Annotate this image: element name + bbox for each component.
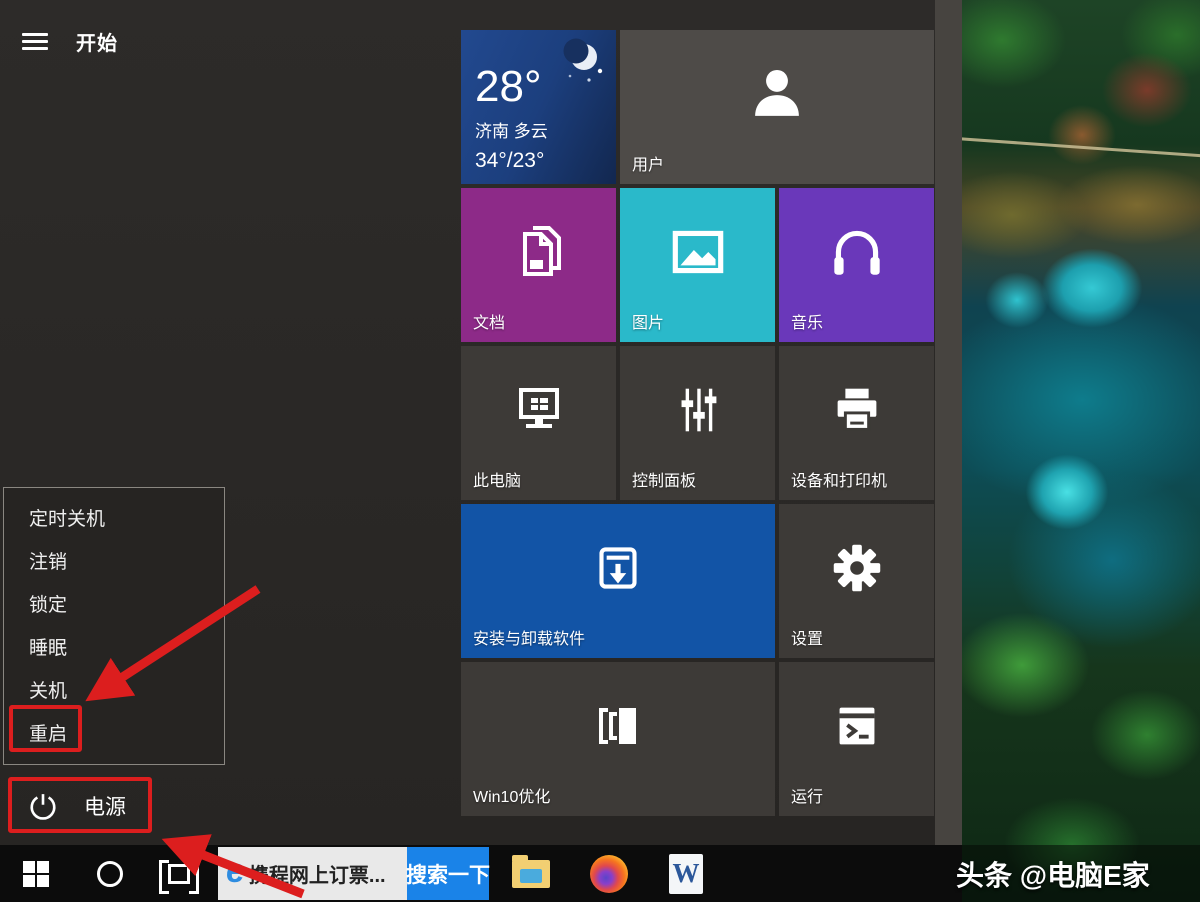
start-menu-scrollbar[interactable]	[935, 0, 962, 845]
power-icon	[28, 791, 58, 821]
watermark-text: 头条 @电脑E家	[956, 854, 1150, 894]
tile-label: 设备和打印机	[791, 467, 887, 491]
tile-label: 设置	[791, 625, 823, 649]
weather-high-low: 34°/23°	[475, 149, 544, 173]
folder-icon	[512, 860, 550, 888]
start-menu: 开始 28° 济南 多云 34°/23°	[0, 0, 962, 845]
tile-music[interactable]: 音乐	[779, 188, 934, 342]
hamburger-menu-icon[interactable]	[22, 33, 48, 50]
task-view-icon	[159, 860, 199, 888]
start-button[interactable]	[16, 845, 56, 902]
cortana-circle-icon	[97, 861, 123, 887]
desktop-wallpaper	[962, 0, 1200, 902]
menu-item-restart[interactable]: 重启	[4, 711, 224, 754]
weather-temperature: 28°	[475, 62, 542, 112]
tile-win10-optimize[interactable]: Win10优化	[461, 662, 775, 816]
file-explorer-button[interactable]	[505, 845, 557, 902]
search-box-text: 携程网上订票...	[249, 859, 386, 888]
tile-label: 此电脑	[473, 467, 521, 491]
tile-control-panel[interactable]: 控制面板	[620, 346, 775, 500]
menu-item-sign-out[interactable]: 注销	[4, 539, 224, 582]
tile-label: 文档	[473, 309, 505, 333]
desktop: 开始 28° 济南 多云 34°/23°	[0, 0, 1200, 902]
weather-location: 济南 多云	[475, 117, 548, 142]
tile-documents[interactable]: 文档	[461, 188, 616, 342]
start-menu-header: 开始	[22, 27, 118, 56]
menu-item-lock[interactable]: 锁定	[4, 582, 224, 625]
tile-weather[interactable]: 28° 济南 多云 34°/23°	[461, 30, 616, 184]
search-button[interactable]: 搜索一下	[407, 847, 489, 900]
tile-label: Win10优化	[473, 783, 550, 807]
start-menu-title: 开始	[76, 27, 118, 56]
moon-icon	[556, 38, 608, 95]
tile-label: 运行	[791, 783, 823, 807]
power-button[interactable]: 电源	[0, 782, 220, 830]
taskbar-watermark-area: 头条 @电脑E家	[962, 845, 1200, 902]
tile-label: 安装与卸载软件	[473, 625, 585, 649]
word-button[interactable]: W	[660, 845, 712, 902]
task-view-button[interactable]	[155, 845, 203, 902]
taskbar-search-box[interactable]: e 携程网上订票...	[218, 847, 407, 900]
tile-pictures[interactable]: 图片	[620, 188, 775, 342]
firefox-button[interactable]	[583, 845, 635, 902]
word-icon: W	[669, 854, 703, 894]
taskbar: 头条 @电脑E家 W	[0, 845, 1200, 902]
wallpaper-bridge-path	[954, 137, 1200, 158]
windows-logo-icon	[23, 861, 49, 887]
tile-install-uninstall[interactable]: 安装与卸载软件	[461, 504, 775, 658]
menu-item-scheduled-shutdown[interactable]: 定时关机	[4, 496, 224, 539]
tile-label: 图片	[632, 309, 664, 333]
menu-item-shut-down[interactable]: 关机	[4, 668, 224, 711]
firefox-icon	[590, 855, 628, 893]
ie-browser-icon: e	[226, 852, 245, 891]
power-button-label: 电源	[84, 791, 126, 821]
power-flyout-list: 定时关机 注销 锁定 睡眠 关机 重启	[4, 488, 224, 754]
tile-label: 控制面板	[632, 467, 696, 491]
tile-run[interactable]: 运行	[779, 662, 934, 816]
tile-user[interactable]: 用户	[620, 30, 934, 184]
tile-grid: 28° 济南 多云 34°/23° 用户	[461, 30, 934, 816]
tile-devices-printers[interactable]: 设备和打印机	[779, 346, 934, 500]
tile-settings[interactable]: 设置	[779, 504, 934, 658]
tile-label: 音乐	[791, 309, 823, 333]
cortana-button[interactable]	[90, 845, 130, 902]
tile-label: 用户	[632, 151, 664, 175]
tile-this-pc[interactable]: 此电脑	[461, 346, 616, 500]
person-icon	[620, 30, 934, 184]
menu-item-sleep[interactable]: 睡眠	[4, 625, 224, 668]
power-flyout-menu: 定时关机 注销 锁定 睡眠 关机 重启	[3, 487, 225, 765]
